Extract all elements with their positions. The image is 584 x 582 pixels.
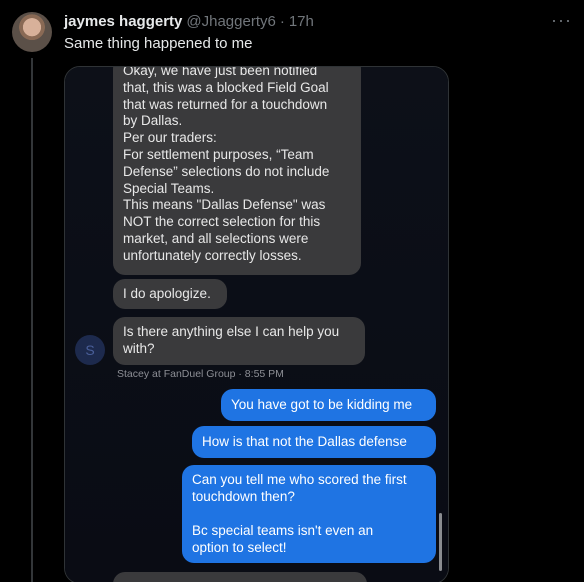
agent-message-bubble: Is there anything else I can help you wi…	[113, 317, 365, 365]
thread-line	[31, 58, 33, 582]
user-handle[interactable]: @Jhaggerty6	[186, 12, 275, 32]
avatar[interactable]	[12, 12, 52, 52]
agent-message-bubble: Okay, we have just been notified that, t…	[113, 67, 361, 275]
tweet-header: jaymes haggerty @Jhaggerty6 · 17h	[64, 12, 314, 32]
display-name[interactable]: jaymes haggerty	[64, 12, 182, 32]
tweet[interactable]: jaymes haggerty @Jhaggerty6 · 17h ··· Sa…	[0, 0, 584, 582]
user-message-bubble: How is that not the Dallas defense	[192, 426, 436, 458]
more-options-icon[interactable]: ···	[551, 10, 572, 30]
scrollbar	[439, 513, 442, 571]
agent-message-bubble: I do apologize.	[113, 279, 227, 309]
agent-avatar: S	[75, 335, 105, 365]
tweet-media-image[interactable]: Okay, we have just been notified that, t…	[64, 66, 449, 582]
agent-message-bubble-partial	[113, 572, 367, 582]
user-message-bubble: Can you tell me who scored the first tou…	[182, 465, 436, 563]
chat-screenshot: Okay, we have just been notified that, t…	[65, 67, 448, 582]
timestamp[interactable]: 17h	[289, 12, 314, 32]
user-message-bubble: You have got to be kidding me	[221, 389, 436, 421]
separator-dot: ·	[279, 13, 285, 30]
agent-meta: Stacey at FanDuel Group · 8:55 PM	[117, 368, 284, 380]
tweet-text: Same thing happened to me	[64, 35, 253, 52]
